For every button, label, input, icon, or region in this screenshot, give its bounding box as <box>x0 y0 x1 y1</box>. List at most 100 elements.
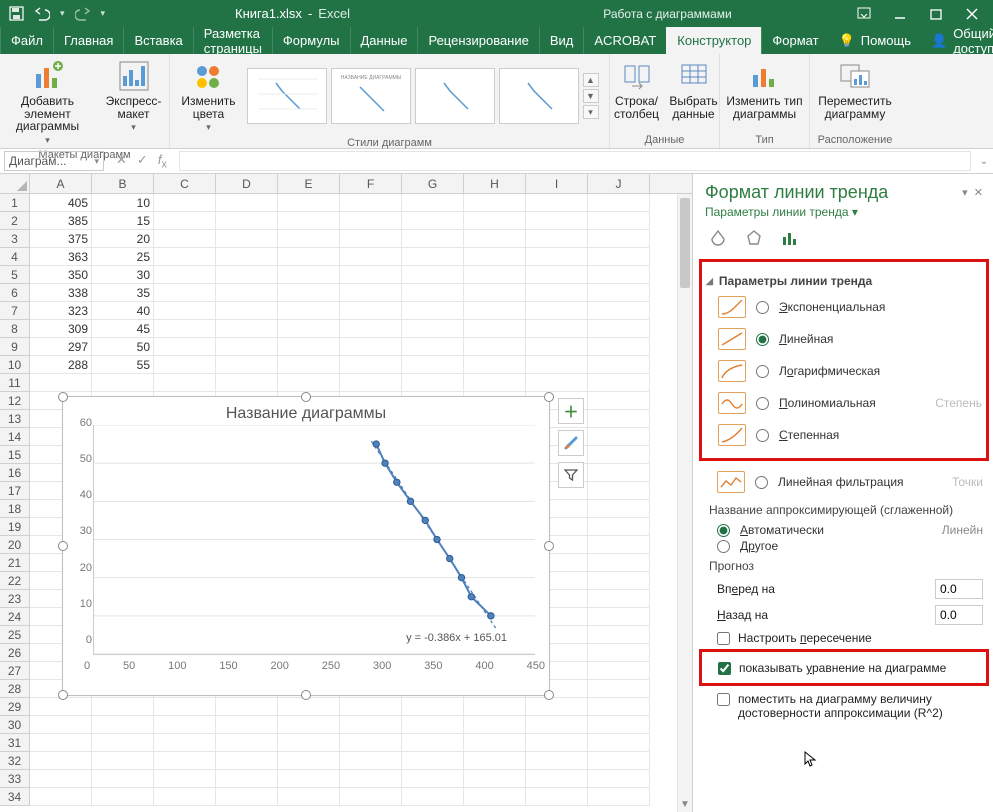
cell[interactable] <box>464 284 526 302</box>
cell[interactable]: 288 <box>30 356 92 374</box>
cell[interactable]: 55 <box>92 356 154 374</box>
cell[interactable] <box>402 752 464 770</box>
cell[interactable] <box>216 302 278 320</box>
cell[interactable] <box>154 338 216 356</box>
cell[interactable] <box>216 338 278 356</box>
chart-elements-button[interactable]: ＋ <box>558 398 584 424</box>
tab-chart-format[interactable]: Формат <box>761 27 828 54</box>
cell[interactable] <box>588 734 650 752</box>
cell[interactable] <box>216 770 278 788</box>
row-header[interactable]: 34 <box>0 788 30 806</box>
row-header[interactable]: 23 <box>0 590 30 608</box>
cell[interactable] <box>464 734 526 752</box>
cell[interactable] <box>402 734 464 752</box>
cell[interactable] <box>402 194 464 212</box>
row-header[interactable]: 26 <box>0 644 30 662</box>
row-header[interactable]: 33 <box>0 770 30 788</box>
cell[interactable] <box>402 266 464 284</box>
cell[interactable] <box>216 284 278 302</box>
cell[interactable] <box>588 356 650 374</box>
cell[interactable] <box>402 698 464 716</box>
cell[interactable] <box>588 284 650 302</box>
move-chart-button[interactable]: Переместить диаграмму <box>814 58 896 122</box>
cell[interactable] <box>464 212 526 230</box>
cell[interactable] <box>216 266 278 284</box>
row-header[interactable]: 16 <box>0 464 30 482</box>
trend-name-auto[interactable]: АвтоматическиЛинейн <box>717 523 983 537</box>
col-header[interactable]: B <box>92 174 154 193</box>
chart-styles-gallery[interactable]: НАЗВАНИЕ ДИАГРАММЫ ▲ ▼ ▾ <box>245 66 601 126</box>
pane-options-icon[interactable]: ▾ <box>962 187 968 199</box>
pane-tab-options-icon[interactable] <box>779 227 801 249</box>
cell[interactable] <box>588 464 650 482</box>
trendline-equation[interactable]: y = -0.386x + 165.01 <box>406 632 507 644</box>
cell[interactable] <box>402 212 464 230</box>
gallery-up-icon[interactable]: ▲ <box>583 73 599 87</box>
row-header[interactable]: 9 <box>0 338 30 356</box>
cell[interactable] <box>92 752 154 770</box>
cell[interactable] <box>30 734 92 752</box>
undo-icon[interactable] <box>34 6 50 22</box>
row-header[interactable]: 32 <box>0 752 30 770</box>
cell[interactable] <box>340 248 402 266</box>
cell[interactable]: 338 <box>30 284 92 302</box>
row-header[interactable]: 1 <box>0 194 30 212</box>
cell[interactable] <box>278 230 340 248</box>
cell[interactable] <box>588 266 650 284</box>
cell[interactable] <box>526 284 588 302</box>
cell[interactable]: 40 <box>92 302 154 320</box>
tab-file[interactable]: Файл <box>0 27 53 54</box>
cell[interactable] <box>588 518 650 536</box>
forecast-backward-input[interactable] <box>935 605 983 625</box>
cell[interactable] <box>340 356 402 374</box>
cell[interactable] <box>278 266 340 284</box>
ribbon-options-icon[interactable] <box>855 5 873 23</box>
cell[interactable] <box>278 338 340 356</box>
cell[interactable] <box>588 572 650 590</box>
set-intercept-check[interactable]: Настроить пересечение <box>717 631 983 645</box>
cell[interactable] <box>92 770 154 788</box>
cell[interactable] <box>30 374 92 392</box>
cell[interactable] <box>588 644 650 662</box>
trend-type-polynomial[interactable]: Полиномиальная Степень <box>718 392 982 414</box>
cell[interactable] <box>30 770 92 788</box>
cell[interactable] <box>154 788 216 806</box>
cell[interactable] <box>588 752 650 770</box>
cell[interactable] <box>402 716 464 734</box>
cell[interactable] <box>340 752 402 770</box>
trend-options-header[interactable]: Параметры линии тренда <box>719 274 872 288</box>
row-header[interactable]: 25 <box>0 626 30 644</box>
fx-icon[interactable]: fx <box>158 152 167 171</box>
cell[interactable] <box>402 320 464 338</box>
row-header[interactable]: 6 <box>0 284 30 302</box>
cell[interactable] <box>464 788 526 806</box>
show-equation-check[interactable]: показывать уравнение на диаграмме <box>718 661 982 675</box>
cell[interactable]: 363 <box>30 248 92 266</box>
save-icon[interactable] <box>8 6 24 22</box>
cell[interactable] <box>464 194 526 212</box>
cell[interactable] <box>402 770 464 788</box>
cell[interactable]: 15 <box>92 212 154 230</box>
cell[interactable] <box>278 356 340 374</box>
col-header[interactable]: A <box>30 174 92 193</box>
cell[interactable] <box>278 374 340 392</box>
chart-styles-button[interactable] <box>558 430 584 456</box>
row-header[interactable]: 31 <box>0 734 30 752</box>
cell[interactable] <box>216 788 278 806</box>
pane-tab-fill-icon[interactable] <box>707 227 729 249</box>
row-header[interactable]: 7 <box>0 302 30 320</box>
formula-bar[interactable] <box>179 151 971 171</box>
cell[interactable] <box>588 410 650 428</box>
cell[interactable] <box>340 266 402 284</box>
cell[interactable] <box>278 788 340 806</box>
share-button[interactable]: 👤Общий доступ <box>921 27 993 54</box>
cell[interactable] <box>402 302 464 320</box>
quick-layout-button[interactable]: Экспресс-макет▾ <box>100 58 168 135</box>
cell[interactable]: 25 <box>92 248 154 266</box>
cell[interactable] <box>278 770 340 788</box>
cell[interactable] <box>588 680 650 698</box>
cell[interactable] <box>340 374 402 392</box>
cell[interactable] <box>278 248 340 266</box>
row-header[interactable]: 27 <box>0 662 30 680</box>
cell[interactable] <box>340 770 402 788</box>
